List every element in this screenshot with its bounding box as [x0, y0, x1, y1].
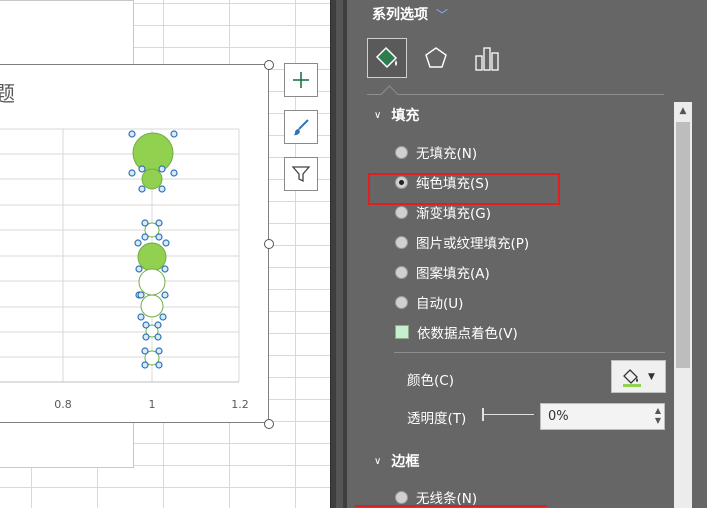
resize-handle-bottom-right[interactable] [264, 419, 274, 429]
fill-section-header[interactable]: ∨ 填充 [374, 105, 419, 125]
radio-circle [395, 295, 408, 309]
radio-automatic-fill[interactable]: 自动(U) [395, 292, 463, 312]
divider [394, 352, 665, 353]
radio-circle [395, 145, 408, 159]
fill-color-button[interactable]: ▼ [611, 360, 666, 393]
x-axis-labels: 0.8 1 1.2 [54, 398, 249, 411]
chevron-down-icon: ▼ [648, 371, 655, 382]
scroll-thumb[interactable] [676, 122, 690, 368]
radio-no-fill[interactable]: 无填充(N) [395, 142, 477, 162]
transparency-value: 0% [548, 409, 569, 424]
filter-icon [291, 166, 311, 183]
option-label: 自动(U) [416, 296, 464, 312]
radio-no-line[interactable]: 无线条(N) [395, 487, 477, 507]
pentagon-icon [425, 47, 447, 68]
spinner-arrows-icon[interactable]: ▲ ▼ [655, 406, 661, 426]
radio-circle [395, 490, 408, 504]
option-label: 无填充(N) [416, 146, 478, 162]
tab-fill-line[interactable] [367, 38, 407, 78]
tab-series-options[interactable] [467, 38, 507, 78]
pane-title: 系列选项 [372, 7, 428, 23]
chart-area[interactable]: 0.8 1 1.2 [0, 64, 269, 423]
tab-effects[interactable] [416, 38, 456, 78]
vary-colors-checkbox[interactable]: 依数据点着色(V) [395, 322, 518, 342]
radio-circle [395, 205, 408, 219]
radio-picture-fill[interactable]: 图片或纹理填充(P) [395, 232, 529, 252]
resize-handle-right[interactable] [264, 239, 274, 249]
option-label: 渐变填充(G) [416, 206, 491, 222]
chart-elements-button[interactable] [284, 63, 318, 97]
paint-bucket-icon [375, 46, 398, 69]
radio-pattern-fill[interactable]: 图案填充(A) [395, 262, 490, 282]
border-section-header[interactable]: ∨ 边框 [374, 451, 419, 471]
format-data-series-pane: 系列选项 ﹀ ∨ 填充 无填充(N) 纯色填充(S) 渐变填充(G) 图片或纹理… [347, 0, 707, 508]
chart-styles-button[interactable] [284, 110, 318, 144]
highlight-bottom-edge [355, 505, 547, 507]
sheet-scrollbar[interactable] [330, 0, 348, 508]
chevron-down-icon: ﹀ [436, 7, 449, 22]
highlight-solid-fill [368, 173, 560, 205]
brush-icon [293, 119, 309, 136]
pane-scrollbar[interactable]: ▲ [674, 102, 692, 508]
bubble [141, 168, 163, 190]
transparency-input[interactable]: 0% ▲ ▼ [540, 403, 665, 430]
resize-handle-top-right[interactable] [264, 60, 274, 70]
radio-circle [395, 235, 408, 249]
x-tick-label: 0.8 [54, 398, 72, 411]
chart-filters-button[interactable] [284, 157, 318, 191]
option-label: 图片或纹理填充(P) [416, 236, 530, 252]
bubble [138, 268, 166, 296]
scroll-up-arrow-icon[interactable]: ▲ [674, 102, 692, 120]
option-label: 图案填充(A) [416, 266, 490, 282]
x-tick-label: 1 [149, 398, 156, 411]
radio-gradient-fill[interactable]: 渐变填充(G) [395, 202, 491, 222]
color-label: 颜色(C) [407, 373, 454, 389]
tab-divider [367, 94, 664, 95]
checkbox-label: 依数据点着色(V) [417, 326, 518, 342]
plot-gridlines [0, 128, 240, 383]
bubble [140, 294, 164, 318]
active-tab-pointer [380, 85, 399, 104]
transparency-slider[interactable] [482, 408, 534, 421]
option-label: 无线条(N) [416, 491, 478, 507]
bar-chart-icon [475, 47, 499, 71]
fill-section-title: 填充 [391, 108, 420, 124]
bubble-chart: 0.8 1 1.2 [0, 128, 249, 411]
chevron-down-icon: ∨ [374, 455, 382, 467]
bubble [132, 132, 174, 174]
bubble [137, 242, 167, 272]
transparency-label: 透明度(T) [407, 411, 467, 427]
x-tick-label: 1.2 [231, 398, 249, 411]
chevron-down-icon: ∨ [374, 109, 382, 121]
checkbox-box [395, 325, 409, 339]
border-section-title: 边框 [391, 454, 420, 470]
radio-circle [395, 265, 408, 279]
series-options-dropdown[interactable]: 系列选项 ﹀ [372, 4, 448, 24]
chart-title[interactable]: 题 [0, 78, 15, 108]
paint-bucket-icon [623, 368, 642, 387]
plus-icon [293, 72, 309, 88]
